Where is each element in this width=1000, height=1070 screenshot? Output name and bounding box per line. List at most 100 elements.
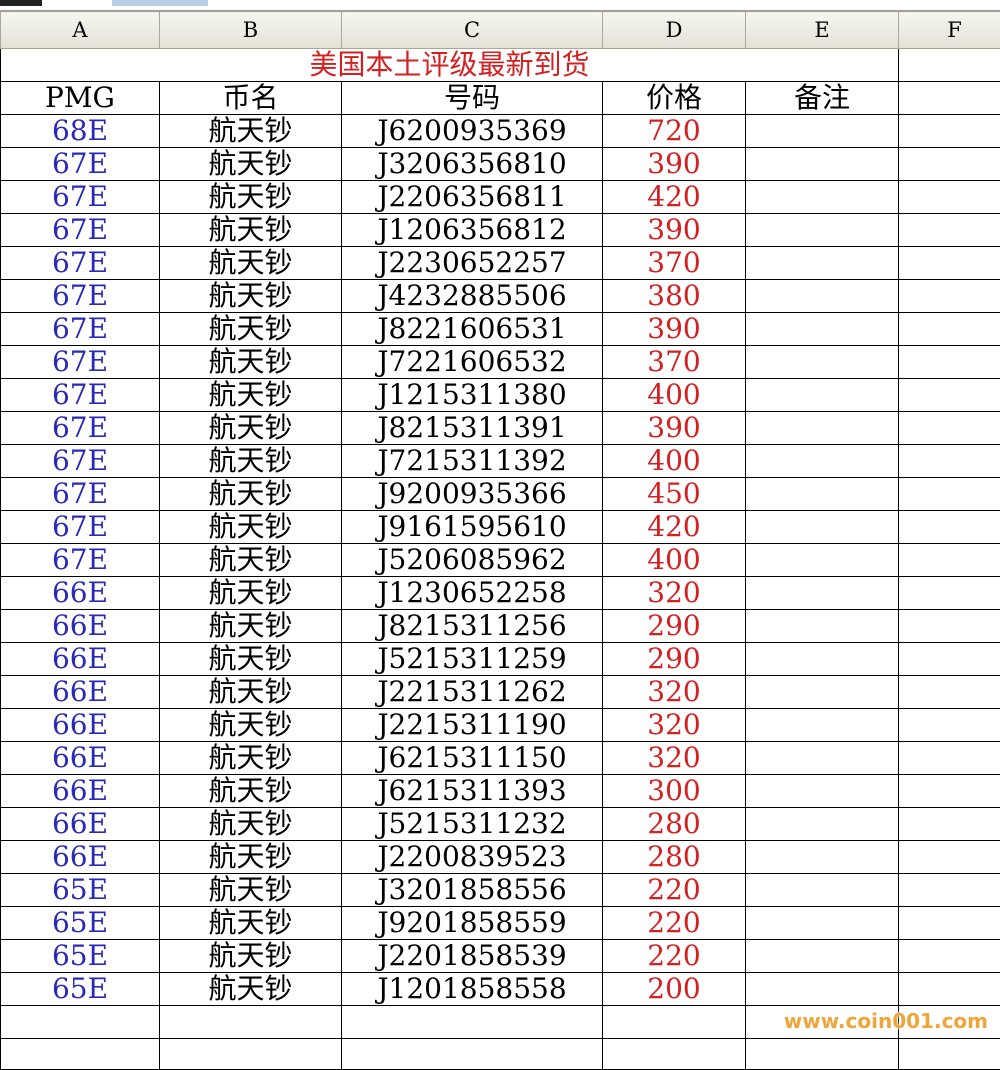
note-cell[interactable]: [746, 907, 899, 940]
name-cell[interactable]: 航天钞: [160, 511, 342, 544]
name-cell[interactable]: 航天钞: [160, 214, 342, 247]
empty-cell[interactable]: [899, 907, 1000, 940]
note-cell[interactable]: [746, 511, 899, 544]
grade-cell[interactable]: 67E: [1, 478, 160, 511]
name-cell[interactable]: 航天钞: [160, 148, 342, 181]
note-cell[interactable]: [746, 775, 899, 808]
empty-cell[interactable]: [899, 709, 1000, 742]
column-header-a[interactable]: A: [1, 12, 160, 49]
empty-cell[interactable]: [342, 1006, 603, 1039]
note-cell[interactable]: [746, 643, 899, 676]
price-cell[interactable]: 370: [603, 247, 746, 280]
grade-cell[interactable]: 66E: [1, 610, 160, 643]
serial-cell[interactable]: J6215311150: [342, 742, 603, 775]
column-header-b[interactable]: B: [160, 12, 342, 49]
note-cell[interactable]: [746, 280, 899, 313]
name-cell[interactable]: 航天钞: [160, 643, 342, 676]
name-cell[interactable]: 航天钞: [160, 841, 342, 874]
column-header-d[interactable]: D: [603, 12, 746, 49]
column-header-c[interactable]: C: [342, 12, 603, 49]
note-cell[interactable]: [746, 214, 899, 247]
empty-cell[interactable]: [899, 445, 1000, 478]
empty-cell[interactable]: [899, 841, 1000, 874]
grade-cell[interactable]: 67E: [1, 379, 160, 412]
price-cell[interactable]: 390: [603, 313, 746, 346]
empty-cell[interactable]: [342, 1039, 603, 1070]
name-cell[interactable]: 航天钞: [160, 973, 342, 1006]
note-cell[interactable]: [746, 841, 899, 874]
name-cell[interactable]: 航天钞: [160, 907, 342, 940]
price-cell[interactable]: 220: [603, 907, 746, 940]
note-cell[interactable]: [746, 313, 899, 346]
name-cell[interactable]: 航天钞: [160, 577, 342, 610]
serial-cell[interactable]: J5215311259: [342, 643, 603, 676]
header-note[interactable]: 备注: [746, 82, 899, 115]
grade-cell[interactable]: 67E: [1, 511, 160, 544]
grade-cell[interactable]: 66E: [1, 742, 160, 775]
price-cell[interactable]: 420: [603, 511, 746, 544]
name-cell[interactable]: 航天钞: [160, 808, 342, 841]
price-cell[interactable]: 320: [603, 676, 746, 709]
serial-cell[interactable]: J2206356811: [342, 181, 603, 214]
note-cell[interactable]: [746, 577, 899, 610]
header-name[interactable]: 币名: [160, 82, 342, 115]
serial-cell[interactable]: J2230652257: [342, 247, 603, 280]
name-cell[interactable]: 航天钞: [160, 478, 342, 511]
price-cell[interactable]: 400: [603, 379, 746, 412]
empty-cell[interactable]: [1, 1006, 160, 1039]
header-price[interactable]: 价格: [603, 82, 746, 115]
note-cell[interactable]: [746, 544, 899, 577]
name-cell[interactable]: 航天钞: [160, 676, 342, 709]
serial-cell[interactable]: J7215311392: [342, 445, 603, 478]
note-cell[interactable]: [746, 181, 899, 214]
empty-cell[interactable]: [899, 478, 1000, 511]
serial-cell[interactable]: J6200935369: [342, 115, 603, 148]
serial-cell[interactable]: J3201858556: [342, 874, 603, 907]
price-cell[interactable]: 390: [603, 214, 746, 247]
name-cell[interactable]: 航天钞: [160, 412, 342, 445]
price-cell[interactable]: 300: [603, 775, 746, 808]
empty-cell[interactable]: [899, 808, 1000, 841]
grade-cell[interactable]: 67E: [1, 412, 160, 445]
name-cell[interactable]: 航天钞: [160, 346, 342, 379]
price-cell[interactable]: 390: [603, 148, 746, 181]
note-cell[interactable]: [746, 940, 899, 973]
note-cell[interactable]: [746, 445, 899, 478]
serial-cell[interactable]: J2200839523: [342, 841, 603, 874]
grade-cell[interactable]: 66E: [1, 676, 160, 709]
note-cell[interactable]: [746, 676, 899, 709]
name-cell[interactable]: 航天钞: [160, 709, 342, 742]
empty-cell[interactable]: [899, 82, 1000, 115]
column-header-e[interactable]: E: [746, 12, 899, 49]
serial-cell[interactable]: J2215311190: [342, 709, 603, 742]
grade-cell[interactable]: 67E: [1, 445, 160, 478]
empty-cell[interactable]: [899, 973, 1000, 1006]
note-cell[interactable]: [746, 412, 899, 445]
serial-cell[interactable]: J9201858559: [342, 907, 603, 940]
grade-cell[interactable]: 65E: [1, 973, 160, 1006]
name-cell[interactable]: 航天钞: [160, 247, 342, 280]
grade-cell[interactable]: 65E: [1, 940, 160, 973]
serial-cell[interactable]: J1206356812: [342, 214, 603, 247]
grade-cell[interactable]: 67E: [1, 214, 160, 247]
empty-cell[interactable]: [899, 115, 1000, 148]
empty-cell[interactable]: [899, 940, 1000, 973]
note-cell[interactable]: [746, 709, 899, 742]
note-cell[interactable]: [746, 115, 899, 148]
title-cell[interactable]: 美国本土评级最新到货: [1, 49, 899, 82]
name-cell[interactable]: 航天钞: [160, 181, 342, 214]
price-cell[interactable]: 450: [603, 478, 746, 511]
serial-cell[interactable]: J7221606532: [342, 346, 603, 379]
empty-cell[interactable]: [899, 544, 1000, 577]
price-cell[interactable]: 220: [603, 874, 746, 907]
grade-cell[interactable]: 67E: [1, 181, 160, 214]
grade-cell[interactable]: 66E: [1, 841, 160, 874]
price-cell[interactable]: 370: [603, 346, 746, 379]
column-header-f[interactable]: F: [899, 12, 1000, 49]
empty-cell[interactable]: [746, 1039, 899, 1070]
price-cell[interactable]: 720: [603, 115, 746, 148]
empty-cell[interactable]: [899, 874, 1000, 907]
grade-cell[interactable]: 67E: [1, 280, 160, 313]
empty-cell[interactable]: [899, 610, 1000, 643]
empty-cell[interactable]: [160, 1039, 342, 1070]
